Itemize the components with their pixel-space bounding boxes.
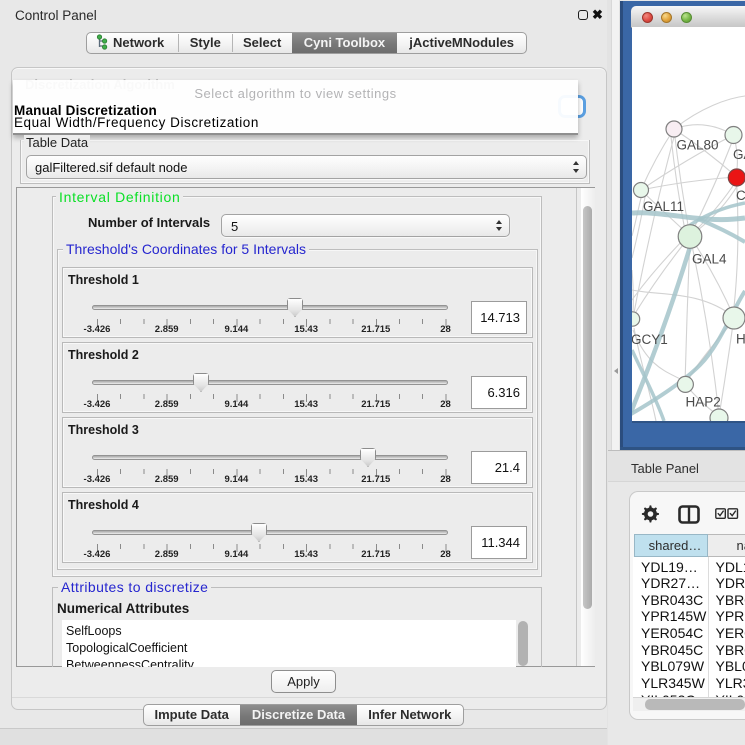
- svg-text:H: H: [736, 332, 745, 347]
- svg-text:GCY1: GCY1: [632, 332, 668, 347]
- svg-text:GAL11: GAL11: [643, 199, 684, 214]
- svg-text:GA: GA: [733, 147, 745, 162]
- svg-text:GAL4: GAL4: [692, 252, 727, 267]
- svg-text:CY: CY: [736, 188, 745, 203]
- svg-text:GAL80: GAL80: [677, 138, 719, 153]
- svg-text:HAP2: HAP2: [686, 395, 721, 410]
